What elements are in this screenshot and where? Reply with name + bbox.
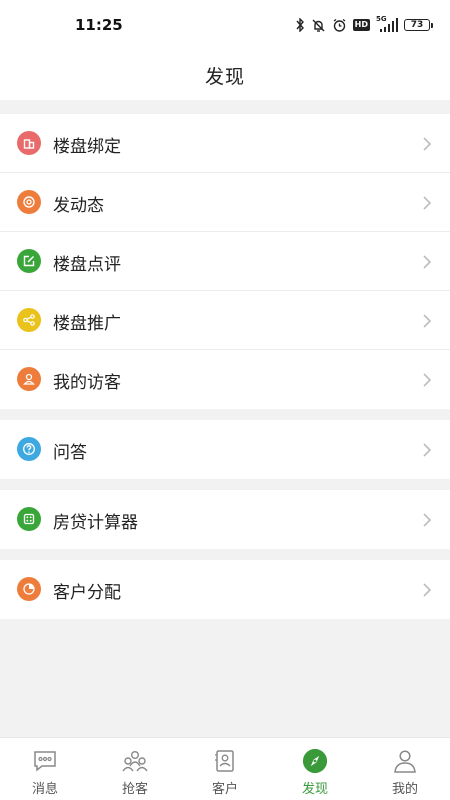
alarm-icon bbox=[332, 18, 347, 33]
tab-label: 客户 bbox=[211, 782, 238, 797]
menu-label: 房贷计算器 bbox=[53, 513, 138, 533]
chevron-right-icon bbox=[423, 196, 432, 210]
menu-item-qa[interactable]: 问答 bbox=[0, 420, 450, 479]
menu-group-main: 楼盘绑定 发动态 楼盘点评 楼盘推广 我的访客 bbox=[0, 114, 450, 409]
mute-icon bbox=[311, 18, 326, 33]
menu-label: 问答 bbox=[53, 443, 87, 463]
people-icon bbox=[122, 748, 148, 774]
menu-label: 楼盘绑定 bbox=[53, 137, 121, 157]
menu-group-assignment: 客户分配 bbox=[0, 560, 450, 619]
compass-icon bbox=[302, 748, 328, 774]
share-icon bbox=[17, 308, 41, 332]
bottom-tab-bar: 消息 抢客 客户 发现 我的 bbox=[0, 737, 450, 800]
menu-label: 客户分配 bbox=[53, 583, 121, 603]
battery-icon: 73 bbox=[404, 19, 433, 31]
chevron-right-icon bbox=[423, 314, 432, 328]
chevron-right-icon bbox=[423, 443, 432, 457]
chevron-right-icon bbox=[423, 137, 432, 151]
menu-item-mortgage-calculator[interactable]: 房贷计算器 bbox=[0, 490, 450, 549]
screen: 11:25 HD 5G 73 发现 楼盘绑定 发动态 楼盘点评 楼盘推广 我的访… bbox=[0, 0, 450, 800]
page-title: 发现 bbox=[204, 65, 245, 88]
menu-label: 发动态 bbox=[53, 196, 104, 216]
building-icon bbox=[17, 131, 41, 155]
page-header: 发现 bbox=[0, 50, 450, 100]
menu-label: 楼盘点评 bbox=[53, 255, 121, 275]
person-icon bbox=[392, 748, 418, 774]
chevron-right-icon bbox=[423, 513, 432, 527]
tab-label: 我的 bbox=[391, 782, 418, 797]
signal-icon: 5G bbox=[376, 15, 398, 33]
menu-label: 我的访客 bbox=[53, 373, 121, 393]
tab-label: 抢客 bbox=[121, 782, 148, 797]
menu-label: 楼盘推广 bbox=[53, 314, 121, 334]
pie-chart-icon bbox=[17, 577, 41, 601]
edit-icon bbox=[17, 249, 41, 273]
status-icons: HD 5G 73 bbox=[295, 15, 433, 35]
question-icon bbox=[17, 437, 41, 461]
menu-item-building-review[interactable]: 楼盘点评 bbox=[0, 232, 450, 291]
status-bar: 11:25 HD 5G 73 bbox=[0, 0, 450, 50]
hd-icon: HD bbox=[352, 19, 370, 31]
tab-label: 发现 bbox=[301, 782, 328, 797]
chevron-right-icon bbox=[423, 583, 432, 597]
menu-item-my-visitors[interactable]: 我的访客 bbox=[0, 350, 450, 409]
tab-grab-customers[interactable]: 抢客 bbox=[90, 738, 180, 800]
chevron-right-icon bbox=[423, 255, 432, 269]
menu-item-customer-assignment[interactable]: 客户分配 bbox=[0, 560, 450, 619]
tab-discover[interactable]: 发现 bbox=[270, 738, 360, 800]
chat-icon bbox=[32, 748, 58, 774]
menu-item-building-promotion[interactable]: 楼盘推广 bbox=[0, 291, 450, 350]
menu-item-post-update[interactable]: 发动态 bbox=[0, 173, 450, 232]
tab-label: 消息 bbox=[31, 782, 58, 797]
status-time: 11:25 bbox=[75, 16, 123, 34]
menu-group-qa: 问答 bbox=[0, 420, 450, 479]
bluetooth-icon bbox=[295, 18, 305, 32]
target-icon bbox=[17, 190, 41, 214]
contact-card-icon bbox=[212, 748, 238, 774]
menu-group-calculator: 房贷计算器 bbox=[0, 490, 450, 549]
tab-messages[interactable]: 消息 bbox=[0, 738, 90, 800]
menu-item-building-binding[interactable]: 楼盘绑定 bbox=[0, 114, 450, 173]
chevron-right-icon bbox=[423, 373, 432, 387]
tab-mine[interactable]: 我的 bbox=[360, 738, 450, 800]
calculator-icon bbox=[17, 507, 41, 531]
visitor-icon bbox=[17, 367, 41, 391]
tab-customers[interactable]: 客户 bbox=[180, 738, 270, 800]
